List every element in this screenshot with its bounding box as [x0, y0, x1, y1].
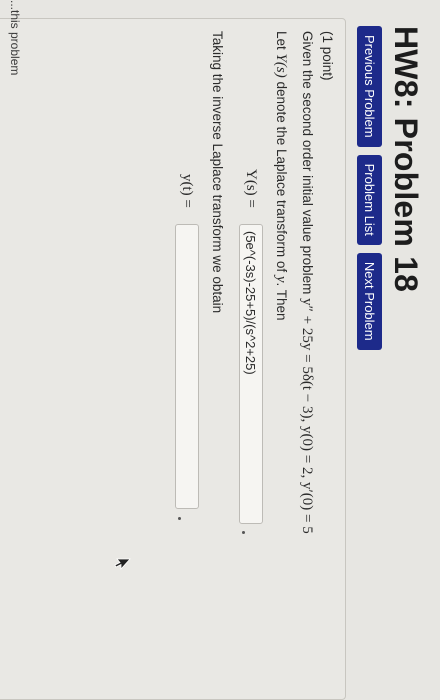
let-suffix: . Then	[274, 282, 289, 321]
problem-list-button[interactable]: Problem List	[357, 154, 382, 245]
Y-symbol: Y(s)	[273, 53, 289, 78]
answer-period-2	[178, 517, 181, 520]
let-mid: denote the Laplace transform of	[274, 77, 289, 276]
points-label: (1 point)	[320, 31, 335, 81]
y-of-t-answer-field[interactable]	[175, 224, 199, 509]
answer-period	[242, 531, 245, 534]
mouse-cursor-icon	[114, 558, 131, 571]
y-of-t-label: y(t) =	[179, 174, 195, 208]
let-prefix: Let	[274, 31, 289, 54]
y-variable: y	[273, 275, 289, 283]
inverse-transform-text: Taking the inverse Laplace transform we …	[210, 31, 225, 314]
problem-nav: Previous Problem Problem List Next Probl…	[357, 26, 382, 350]
statement-prefix: Given the second order initial value pro…	[300, 31, 315, 299]
problem-page: HW8: Problem 18 Previous Problem Problem…	[0, 0, 440, 700]
photo-background: HW8: Problem 18 Previous Problem Problem…	[0, 0, 440, 700]
cutoff-footer-text: ...this problem	[8, 0, 22, 76]
Y-of-s-answer-field[interactable]: (5e^(-3s)-25+5)/(s^2+25)	[239, 224, 263, 524]
next-problem-button[interactable]: Next Problem	[357, 252, 382, 350]
problem-statement: Given the second order initial value pro…	[298, 31, 315, 534]
previous-problem-button[interactable]: Previous Problem	[357, 26, 382, 147]
problem-panel: (1 point) Given the second order initial…	[0, 18, 346, 700]
Y-of-s-label: Y(s) =	[243, 169, 259, 208]
page-title: HW8: Problem 18	[388, 26, 424, 293]
laplace-definition: Let Y(s) denote the Laplace transform of…	[272, 31, 289, 321]
ivp-equation: y″ + 25y = 5δ(t − 3), y(0) = 2, y′(0) = …	[299, 298, 315, 534]
